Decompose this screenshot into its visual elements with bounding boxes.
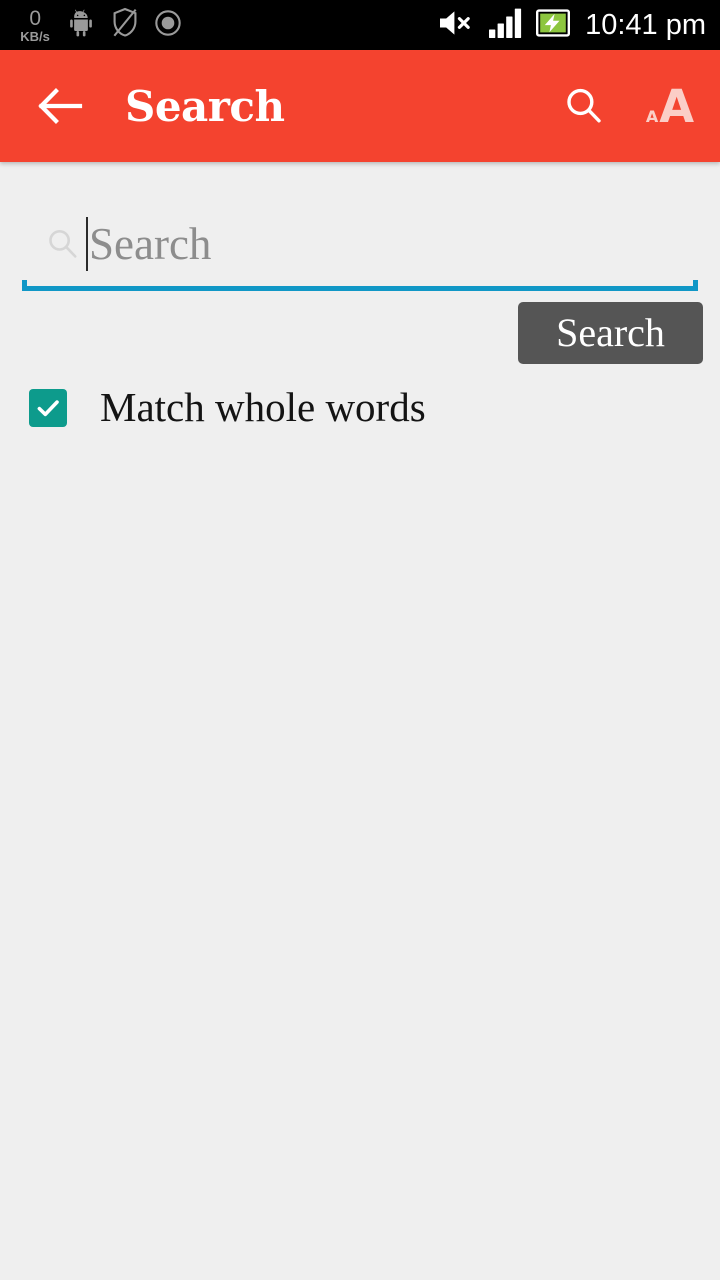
match-whole-words-row[interactable]: Match whole words [29, 387, 426, 428]
font-size-icon: A A [646, 84, 694, 129]
page-title: Search [125, 81, 285, 131]
app-bar-actions: A A [556, 78, 698, 134]
search-input-field[interactable]: Search [22, 208, 698, 291]
network-speed-unit: KB/s [20, 28, 50, 44]
underline-bar [22, 286, 698, 291]
search-button-label: Search [556, 310, 665, 355]
back-button[interactable] [30, 75, 92, 137]
shield-off-icon [110, 7, 140, 43]
text-caret [86, 217, 88, 271]
network-speed-indicator: 0 KB/s [18, 8, 52, 43]
font-size-icon-small-a: A [645, 106, 659, 126]
battery-charging-icon [536, 8, 571, 43]
search-input-underline [22, 280, 698, 292]
status-bar-right-icons: 10:41 pm [436, 0, 706, 50]
record-circle-icon [154, 9, 182, 42]
match-whole-words-label: Match whole words [100, 384, 426, 430]
search-input-placeholder: Search [89, 218, 212, 269]
signal-bars-icon [489, 8, 523, 43]
app-screen: 0 KB/s 10:41 pm Search A A Search Search… [0, 0, 720, 1280]
search-content: Search Search Match whole words [0, 162, 720, 1280]
volume-mute-icon [436, 7, 476, 44]
status-bar: 0 KB/s 10:41 pm [0, 0, 720, 50]
search-input-row[interactable]: Search [22, 208, 698, 280]
search-icon-button[interactable] [556, 78, 612, 134]
font-size-button[interactable]: A A [642, 78, 698, 134]
search-button[interactable]: Search [518, 302, 703, 364]
font-size-icon-big-a: A [659, 79, 695, 133]
match-whole-words-checkbox[interactable] [29, 388, 67, 427]
network-speed-value: 0 [29, 6, 41, 30]
app-bar: Search A A [0, 50, 720, 162]
underline-tick-right [693, 280, 698, 291]
android-icon [66, 8, 96, 43]
status-bar-left-icons: 0 KB/s [18, 0, 182, 50]
search-icon [44, 225, 82, 263]
status-bar-clock: 10:41 pm [585, 8, 706, 41]
